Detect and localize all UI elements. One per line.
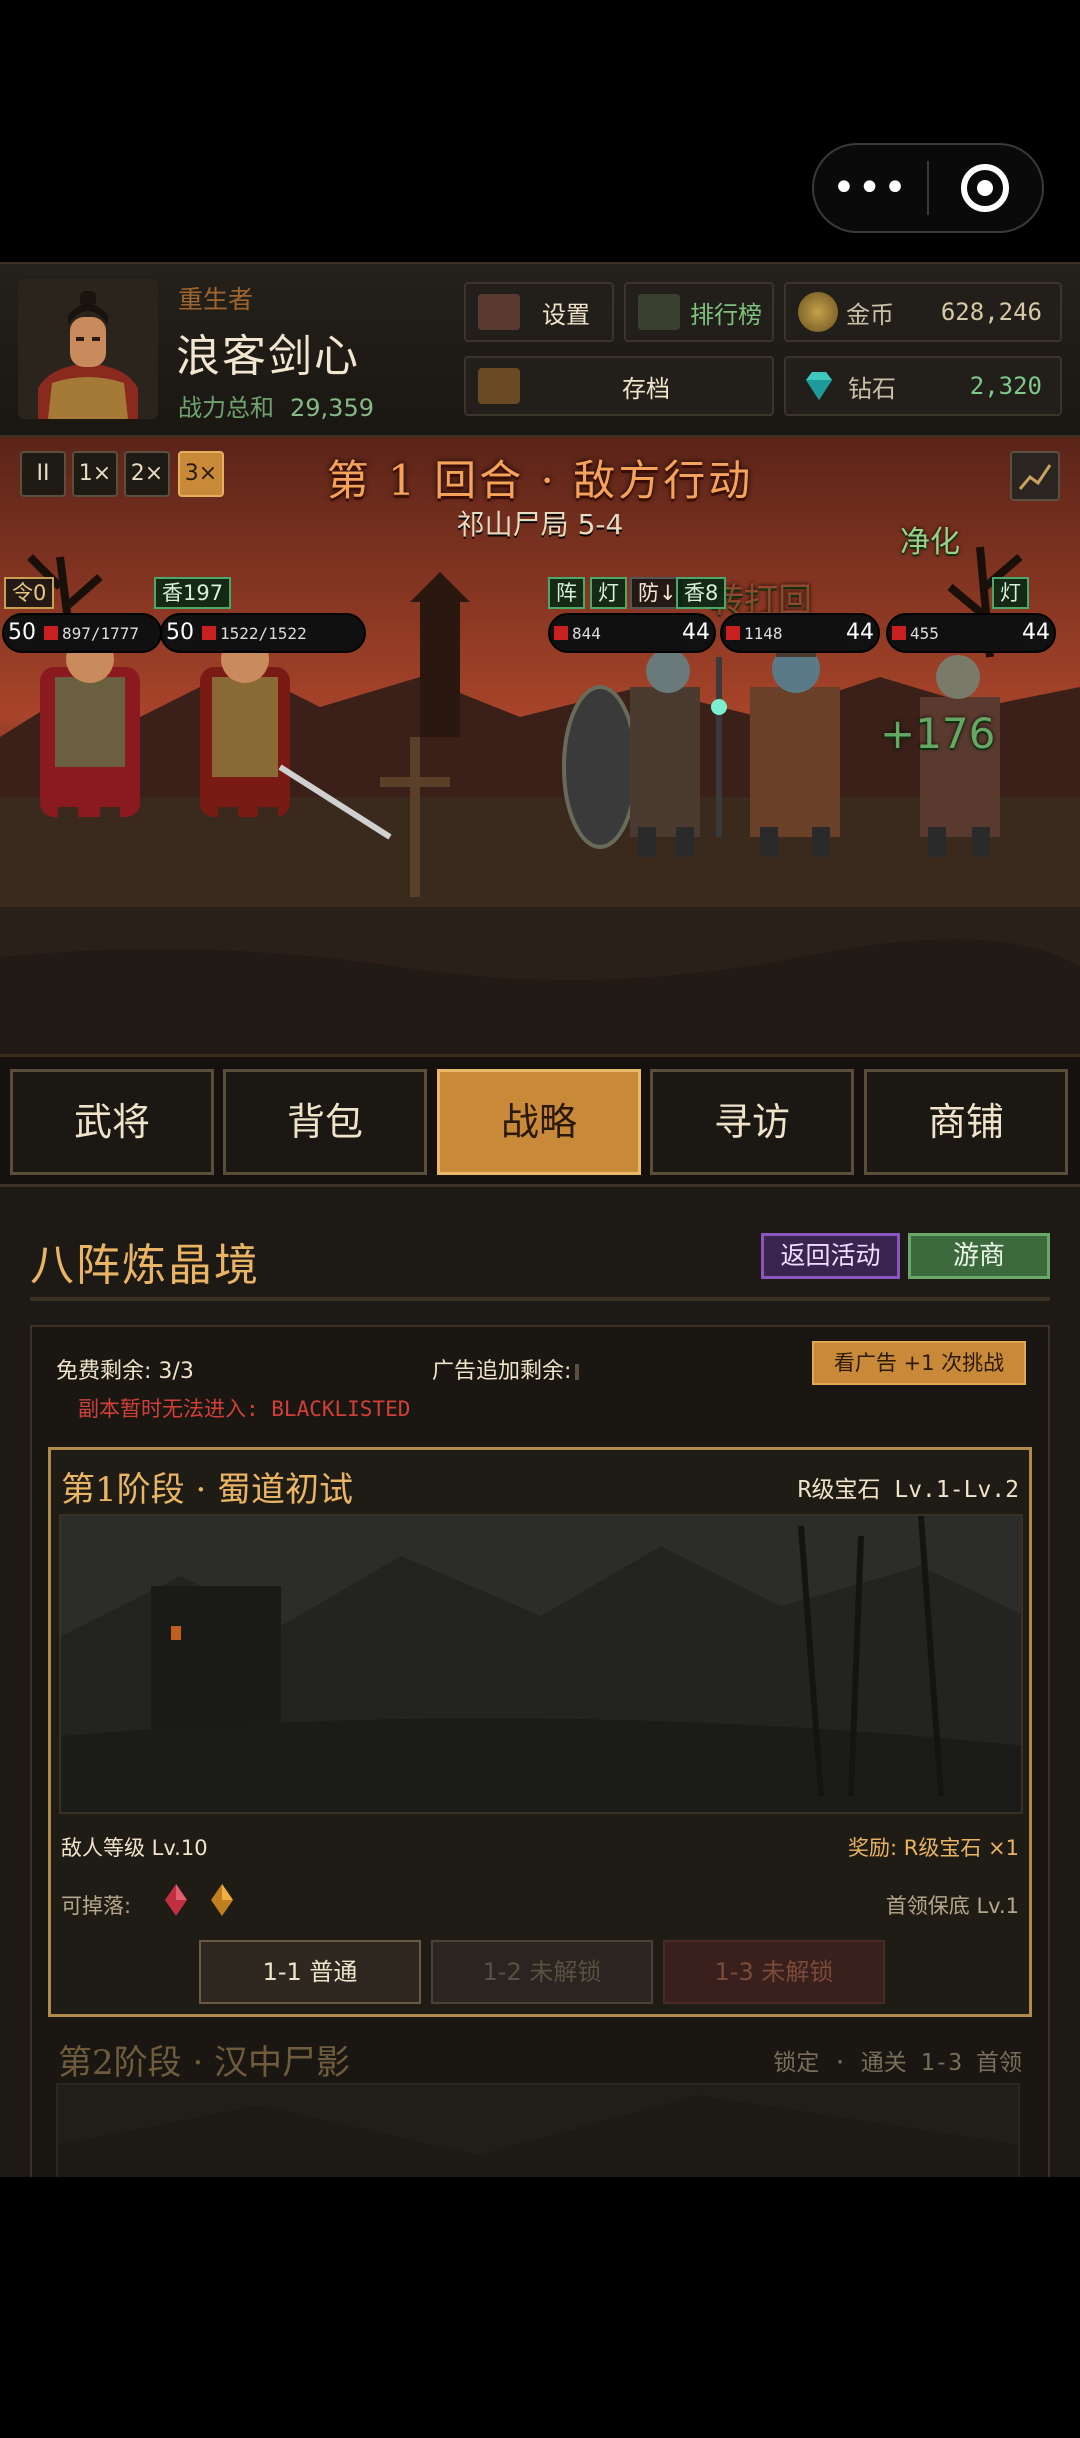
enemy-tag-lantern: 灯: [590, 577, 627, 609]
coin-icon: [798, 292, 838, 332]
save-button[interactable]: 存档: [464, 356, 774, 416]
settings-label: 设置: [542, 300, 590, 329]
enemy-2-hp-bar: 1148 44: [720, 613, 880, 653]
ally-2-status-tag: 香197: [154, 577, 232, 609]
power-total: 战力总和 29,359: [178, 388, 374, 423]
gold-display: 金币 628,246: [784, 282, 1062, 342]
ally-2-hp-text: 1522/1522: [220, 623, 307, 643]
player-tag: 重生者: [178, 285, 254, 314]
power-label: 战力总和: [178, 394, 274, 422]
stage-2-lock-note: 锁定 · 通关 1-3 首领: [773, 2050, 1022, 2076]
stage-1-reward: 奖励: R级宝石 ×1: [848, 1836, 1019, 1860]
ally-1-hp-text: 897/1777: [62, 623, 140, 643]
stage-2-title: 第2阶段 · 汉中尸影: [58, 2043, 351, 2083]
stage-2-card: 第2阶段 · 汉中尸影 锁定 · 通关 1-3 首领: [48, 2027, 1032, 2177]
stage-1-gem-range: R级宝石 Lv.1-Lv.2: [797, 1477, 1019, 1503]
more-menu-button[interactable]: •••: [814, 143, 927, 233]
stage-1-image: [59, 1514, 1023, 1814]
leaderboard-label: 排行榜: [690, 300, 762, 329]
enemy-2-hp-text: 1148: [744, 623, 783, 643]
trader-button[interactable]: 游商: [908, 1233, 1050, 1279]
stats-chart-button[interactable]: [1010, 451, 1060, 501]
player-name: 浪客剑心: [176, 331, 360, 382]
enemy-3-hp-text: 455: [910, 623, 939, 643]
stage-2-image: [56, 2083, 1020, 2177]
orange-gem-icon: [211, 1884, 233, 1916]
stage-1-card: 第1阶段 · 蜀道初试 R级宝石 Lv.1-Lv.2 敌人等级 Lv.10 奖励…: [48, 1447, 1032, 2017]
gold-value: 628,246: [940, 298, 1042, 326]
save-label: 存档: [622, 374, 670, 403]
boss-guarantee-note: 首领保底 Lv.1: [885, 1894, 1019, 1918]
ad-attempts-text: 广告追加剩余:: [432, 1353, 580, 1385]
stage-1-enemy-level: 敌人等级 Lv.10: [61, 1836, 208, 1860]
level-1-2-button[interactable]: 1-2 未解锁: [431, 1940, 653, 2004]
mini-program-capsule: •••: [812, 143, 1044, 233]
strategy-panel: 八阵炼晶境 返回活动 游商 免费剩余: 3/3 广告追加剩余: 看广告 +1 次…: [0, 1187, 1080, 2177]
player-header: 重生者 浪客剑心 战力总和 29,359 设置 排行榜 金币 628,246 存档…: [0, 262, 1080, 437]
ally-1-level: 50: [4, 615, 40, 651]
ally-2-hp-fill: [202, 626, 216, 640]
power-value: 29,359: [290, 394, 374, 422]
stage-1-title: 第1阶段 · 蜀道初试: [61, 1470, 354, 1510]
chart-icon: [1018, 464, 1052, 490]
ally-1-hp-bar: 50 897/1777: [2, 613, 162, 653]
panel-title: 八阵炼晶境: [30, 1240, 260, 1291]
enemy-tag-lantern-2: 灯: [992, 577, 1029, 609]
enemy-3-level: 44: [1018, 615, 1054, 651]
gold-label: 金币: [846, 300, 894, 329]
tab-generals[interactable]: 武将: [10, 1069, 214, 1175]
chest-icon: [478, 368, 520, 404]
drops-label: 可掉落:: [61, 1894, 132, 1918]
ally-1-hp-fill: [44, 626, 58, 640]
enemy-1-level: 44: [678, 615, 714, 651]
blacklist-warning: 副本暂时无法进入: BLACKLISTED: [78, 1397, 411, 1421]
main-tab-bar: 武将 背包 战略 寻访 商铺: [0, 1057, 1080, 1187]
ally-2-hp-bar: 50 1522/1522: [160, 613, 366, 653]
free-attempts-text: 免费剩余: 3/3: [56, 1359, 194, 1384]
leaderboard-button[interactable]: 排行榜: [624, 282, 774, 342]
target-icon: [961, 164, 1010, 212]
leaderboard-icon: [638, 294, 680, 330]
settings-icon: [478, 294, 520, 330]
ally-1-status-tag: 令0: [4, 577, 55, 609]
enemy-2-level: 44: [842, 615, 878, 651]
diamond-display: 钻石 2,320: [784, 356, 1062, 416]
title-divider: [30, 1297, 1050, 1301]
diamond-label: 钻石: [848, 374, 896, 403]
tab-recruit[interactable]: 寻访: [650, 1069, 854, 1175]
return-event-button[interactable]: 返回活动: [761, 1233, 900, 1279]
enemy-tag-formation: 阵: [548, 577, 585, 609]
dungeon-box: 免费剩余: 3/3 广告追加剩余: 看广告 +1 次挑战 副本暂时无法进入: B…: [30, 1325, 1050, 2177]
diamond-icon: [806, 372, 832, 400]
enemy-3-hp-bar: 455 44: [886, 613, 1056, 653]
enemy-1-hp-bar: 844 44: [548, 613, 716, 653]
tab-strategy[interactable]: 战略: [437, 1069, 641, 1175]
purify-text: 净化: [900, 525, 960, 560]
enemy-1-hp-text: 844: [572, 623, 601, 643]
level-1-3-button[interactable]: 1-3 未解锁: [663, 1940, 885, 2004]
ally-2-level: 50: [162, 615, 198, 651]
enemy-tag-incense: 香8: [676, 577, 727, 609]
battle-scene: II 1× 2× 3× 第 1 回合 · 敌方行动 祁山尸局 5-4 净化 转打…: [0, 437, 1080, 1057]
level-1-1-button[interactable]: 1-1 普通: [199, 1940, 421, 2004]
watch-ad-button[interactable]: 看广告 +1 次挑战: [812, 1341, 1026, 1385]
turn-indicator: 第 1 回合 · 敌方行动: [326, 456, 754, 505]
player-avatar[interactable]: [18, 279, 158, 419]
diamond-value: 2,320: [969, 372, 1042, 400]
red-gem-icon: [165, 1884, 187, 1916]
settings-button[interactable]: 设置: [464, 282, 614, 342]
tab-shop[interactable]: 商铺: [864, 1069, 1068, 1175]
tab-backpack[interactable]: 背包: [223, 1069, 427, 1175]
heal-number: +176: [880, 709, 996, 758]
close-program-button[interactable]: [929, 164, 1042, 212]
